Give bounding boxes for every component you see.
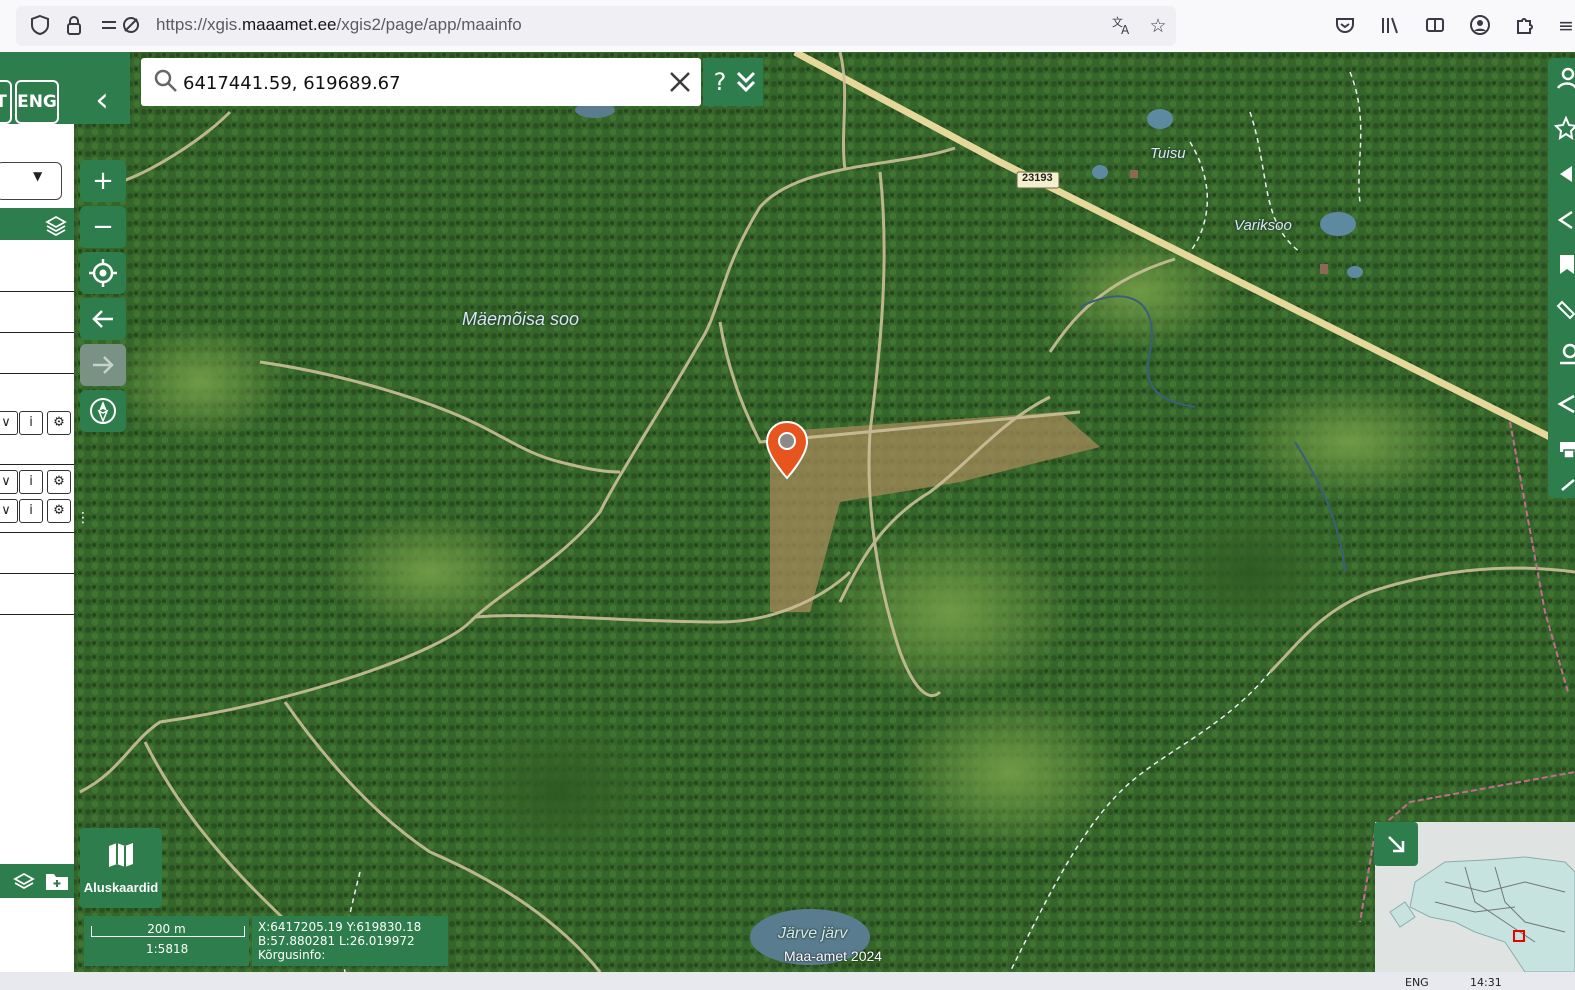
search-icon (154, 69, 177, 92)
map-attribution: Maa-amet 2024 (784, 948, 883, 964)
gear-icon[interactable]: ⚙ (47, 470, 71, 494)
close-icon (670, 72, 690, 92)
browser-toolbar: https://xgis.maaamet.ee/xgis2/page/app/m… (0, 0, 1575, 53)
pocket-icon[interactable] (1333, 14, 1357, 38)
zoom-out-button[interactable]: − (80, 206, 126, 248)
arrow-right-icon (93, 356, 114, 374)
arrow-icon[interactable] (1554, 162, 1575, 186)
location-marker-icon[interactable] (765, 420, 809, 480)
lock-icon[interactable] (62, 14, 86, 38)
chevron-left-icon: ‹ (95, 80, 109, 120)
back-button[interactable] (80, 298, 126, 340)
layer-panel: T ENG ▼ ∨ i ⚙ ∨ i ⚙ ∨ i ⚙ (0, 52, 74, 972)
add-layer-icon[interactable] (12, 869, 36, 893)
panel-footer (0, 864, 74, 898)
layer-row[interactable] (0, 574, 74, 615)
map-icon (109, 843, 133, 867)
layer-row[interactable]: ∨ i ⚙ (0, 374, 74, 465)
layer-row[interactable] (0, 533, 74, 574)
search-tools: ? (703, 58, 763, 106)
basemaps-button[interactable]: Aluskaardid (80, 828, 162, 908)
panel-header: T ENG (0, 52, 74, 124)
compass-button[interactable] (80, 390, 126, 432)
coord-xy: X:6417205.19 Y:619830.18 (258, 920, 422, 934)
tag-icon[interactable] (1554, 392, 1575, 416)
more-icon[interactable] (1554, 476, 1575, 496)
info-icon[interactable]: i (19, 499, 43, 523)
arrow-diagonal-icon (1388, 836, 1405, 853)
orthophoto-map (0, 52, 1575, 972)
taskbar-lang[interactable]: ENG (1405, 976, 1429, 989)
map-label-jarve: Järve järv (778, 925, 848, 942)
compass-icon (90, 398, 116, 424)
layer-row[interactable] (0, 241, 74, 292)
gear-icon[interactable]: ⚙ (47, 499, 71, 523)
reader-icon[interactable] (1423, 14, 1447, 38)
search-input[interactable] (181, 67, 655, 99)
coord-bl: B:57.880281 L:26.019972 (258, 934, 415, 948)
search-bar (141, 58, 701, 106)
locate-button[interactable] (80, 252, 126, 294)
coordinate-readout: X:6417205.19 Y:619830.18 B:57.880281 L:2… (252, 916, 448, 966)
road-number-label: 23193 (1022, 172, 1053, 184)
resize-handle[interactable]: ⋮ (76, 511, 90, 535)
toggle-overview-button[interactable] (1374, 822, 1418, 866)
taskbar-clock[interactable]: 14:31 (1470, 976, 1502, 989)
map-label-variksoo: Variksoo (1234, 217, 1292, 234)
clear-search-button[interactable] (668, 64, 692, 103)
layer-group-header[interactable] (0, 208, 74, 240)
scale-bar: 200 m 1:5818 (84, 916, 249, 966)
library-icon[interactable] (1378, 14, 1402, 38)
star-icon[interactable] (1554, 116, 1575, 140)
bookmark-star-icon[interactable]: ☆ (1146, 14, 1170, 38)
expand-icon[interactable]: ∨ (0, 499, 18, 523)
language-button-eng[interactable]: ENG (15, 80, 59, 124)
scale-ratio: 1:5818 (146, 942, 189, 956)
layer-row[interactable] (0, 292, 74, 333)
layer-select[interactable]: ▼ (0, 162, 62, 200)
permissions-icon[interactable] (98, 14, 142, 38)
language-button-other[interactable]: T (0, 80, 12, 124)
measure-icon[interactable] (1554, 298, 1575, 322)
expand-icon[interactable]: ∨ (0, 411, 18, 435)
location-pin-icon[interactable] (1554, 342, 1575, 366)
basemaps-label: Aluskaardid (83, 880, 159, 895)
layers-info-icon[interactable] (44, 212, 68, 236)
coord-height: Kõrgusinfo: (258, 948, 326, 962)
map-label-maemoisa: Mäemõisa soo (462, 309, 580, 329)
overflow-menu-icon[interactable]: ≡ (1554, 14, 1575, 38)
shield-icon[interactable] (28, 14, 52, 38)
expand-icon[interactable]: ∨ (0, 470, 18, 494)
translate-icon[interactable]: 文A (1110, 14, 1134, 38)
map-label-tuisu: Tuisu (1150, 145, 1186, 162)
help-button[interactable]: ? (707, 62, 733, 102)
layer-row[interactable] (0, 333, 74, 374)
expand-double-chevron-icon[interactable] (735, 70, 757, 94)
chevron-down-icon: ▼ (33, 169, 43, 183)
user-icon[interactable] (1554, 66, 1575, 90)
info-icon[interactable]: i (19, 470, 43, 494)
zoom-in-button[interactable]: + (80, 160, 126, 202)
crosshair-icon (89, 259, 117, 287)
forward-button[interactable] (80, 344, 126, 386)
add-folder-icon[interactable] (44, 870, 70, 892)
map-canvas[interactable]: 23193 Mäemõisa soo Tuisu Variksoo Järve … (0, 52, 1575, 972)
os-taskbar: ENG 14:31 (0, 972, 1575, 990)
info-icon[interactable]: i (19, 411, 43, 435)
arrow-left-icon (92, 310, 113, 328)
svg-text:A: A (1121, 23, 1130, 36)
collapse-panel-button[interactable]: ‹ (74, 52, 130, 124)
right-toolbar (1548, 58, 1575, 498)
layer-row[interactable]: ∨ i ⚙ (0, 492, 74, 533)
bookmark-icon[interactable] (1554, 252, 1575, 276)
account-icon[interactable] (1468, 14, 1492, 38)
eraser-icon[interactable] (1554, 208, 1575, 232)
extensions-icon[interactable] (1512, 14, 1536, 38)
gear-icon[interactable]: ⚙ (47, 411, 71, 435)
scale-distance: 200 m (147, 922, 186, 936)
url-text[interactable]: https://xgis.maaamet.ee/xgis2/page/app/m… (156, 15, 522, 35)
print-icon[interactable] (1554, 436, 1575, 460)
